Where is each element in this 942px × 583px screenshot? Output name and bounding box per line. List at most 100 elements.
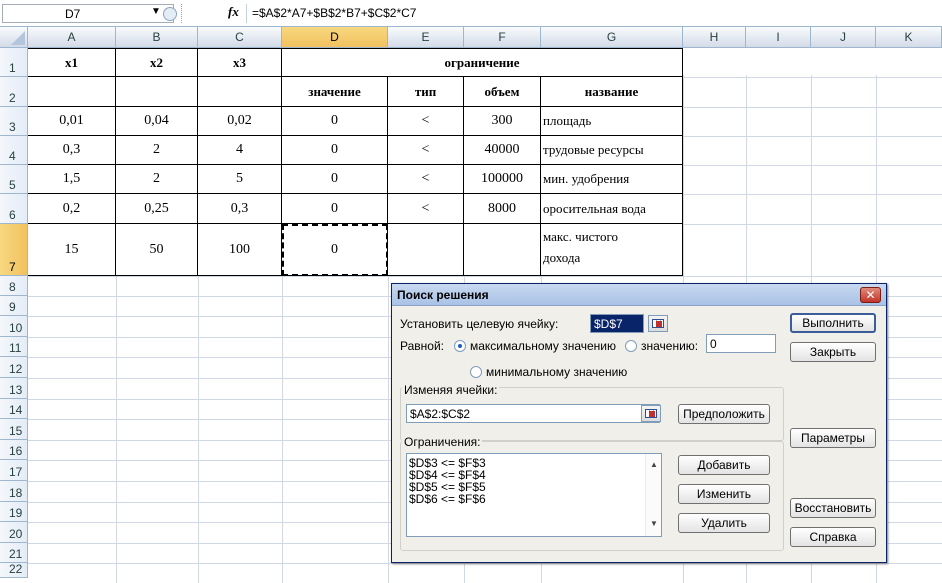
row-header-19[interactable]: 19 <box>0 502 28 522</box>
row-header-20[interactable]: 20 <box>0 522 28 543</box>
cell-c2[interactable] <box>198 77 282 107</box>
cell-d2[interactable]: значение <box>282 77 388 107</box>
row-header-10[interactable]: 10 <box>0 316 28 337</box>
cell-g5[interactable]: мин. удобрения <box>541 165 683 194</box>
delete-button[interactable]: Удалить <box>678 513 770 533</box>
cell-b6[interactable]: 0,25 <box>116 194 198 224</box>
cell-g2[interactable]: название <box>541 77 683 107</box>
range-select-icon[interactable] <box>641 405 661 422</box>
select-all-corner[interactable] <box>0 27 28 48</box>
cell-d1-merged[interactable]: ограничение <box>282 49 683 77</box>
row-header-18[interactable]: 18 <box>0 481 28 502</box>
radio-value-label[interactable]: значению: <box>641 339 698 353</box>
row-header-16[interactable]: 16 <box>0 440 28 460</box>
cell-e5[interactable]: < <box>388 165 464 194</box>
cell-a4[interactable]: 0,3 <box>28 136 116 165</box>
name-box[interactable]: D7 ▼ <box>2 4 177 23</box>
row-header-9[interactable]: 9 <box>0 296 28 316</box>
row-header-14[interactable]: 14 <box>0 399 28 419</box>
cell-e6[interactable]: < <box>388 194 464 224</box>
reset-button[interactable]: Восстановить <box>790 498 876 518</box>
radio-max-label[interactable]: максимальному значению <box>470 339 616 353</box>
cell-a1[interactable]: x1 <box>28 49 116 77</box>
cell-a7[interactable]: 15 <box>28 224 116 276</box>
column-header-k[interactable]: K <box>876 27 942 48</box>
name-box-expand-icon[interactable] <box>163 7 177 21</box>
constraints-scrollbar[interactable]: ▲ ▼ <box>645 454 661 536</box>
cell-a6[interactable]: 0,2 <box>28 194 116 224</box>
cell-d6[interactable]: 0 <box>282 194 388 224</box>
column-header-c[interactable]: C <box>198 27 282 48</box>
row-header-3[interactable]: 3 <box>0 107 28 136</box>
row-header-17[interactable]: 17 <box>0 460 28 481</box>
cell-f2[interactable]: объем <box>464 77 541 107</box>
row-header-12[interactable]: 12 <box>0 357 28 378</box>
cell-a5[interactable]: 1,5 <box>28 165 116 194</box>
cell-b2[interactable] <box>116 77 198 107</box>
list-item[interactable]: $D$6 <= $F$6 <box>409 493 486 505</box>
cell-a2[interactable] <box>28 77 116 107</box>
cell-b7[interactable]: 50 <box>116 224 198 276</box>
column-header-d[interactable]: D <box>282 27 388 48</box>
row-header-22[interactable]: 22 <box>0 562 28 578</box>
row-header-4[interactable]: 4 <box>0 136 28 165</box>
close-button[interactable]: Закрыть <box>790 342 876 362</box>
changing-cells-input[interactable]: $A$2:$C$2 <box>406 404 660 423</box>
guess-button[interactable]: Предположить <box>678 404 770 424</box>
target-cell-input[interactable]: $D$7 <box>590 314 644 333</box>
cell-f4[interactable]: 40000 <box>464 136 541 165</box>
radio-value[interactable] <box>625 340 637 352</box>
column-header-i[interactable]: I <box>746 27 811 48</box>
column-header-b[interactable]: B <box>116 27 198 48</box>
cell-b5[interactable]: 2 <box>116 165 198 194</box>
row-header-5[interactable]: 5 <box>0 165 28 194</box>
range-select-icon[interactable] <box>648 315 668 332</box>
cell-f5[interactable]: 100000 <box>464 165 541 194</box>
cell-b3[interactable]: 0,04 <box>116 107 198 136</box>
column-header-h[interactable]: H <box>683 27 746 48</box>
row-header-21[interactable]: 21 <box>0 543 28 563</box>
row-header-2[interactable]: 2 <box>0 77 28 107</box>
cell-f3[interactable]: 300 <box>464 107 541 136</box>
cell-g4[interactable]: трудовые ресурсы <box>541 136 683 165</box>
cell-e7[interactable] <box>388 224 464 276</box>
row-header-7[interactable]: 7 <box>0 224 28 276</box>
dialog-titlebar[interactable]: Поиск решения ✕ <box>392 284 886 306</box>
constraints-listbox[interactable]: $D$3 <= $F$3 $D$4 <= $F$4 $D$5 <= $F$5 $… <box>406 453 662 537</box>
row-header-15[interactable]: 15 <box>0 419 28 440</box>
column-header-j[interactable]: J <box>811 27 876 48</box>
cell-c4[interactable]: 4 <box>198 136 282 165</box>
cell-g6[interactable]: оросительная вода <box>541 194 683 224</box>
name-box-dropdown-icon[interactable]: ▼ <box>151 6 161 17</box>
column-header-g[interactable]: G <box>541 27 683 48</box>
cell-d5[interactable]: 0 <box>282 165 388 194</box>
row-header-8[interactable]: 8 <box>0 276 28 296</box>
fx-icon[interactable]: fx <box>228 4 239 20</box>
cell-e4[interactable]: < <box>388 136 464 165</box>
value-input[interactable]: 0 <box>706 334 776 353</box>
cell-a3[interactable]: 0,01 <box>28 107 116 136</box>
cell-c5[interactable]: 5 <box>198 165 282 194</box>
row-header-6[interactable]: 6 <box>0 194 28 224</box>
cell-f6[interactable]: 8000 <box>464 194 541 224</box>
cell-c7[interactable]: 100 <box>198 224 282 276</box>
cell-d3[interactable]: 0 <box>282 107 388 136</box>
cell-g7[interactable]: макс. чистого дохода <box>541 224 683 276</box>
cell-c1[interactable]: x3 <box>198 49 282 77</box>
scroll-down-icon[interactable]: ▼ <box>650 519 658 528</box>
row-header-11[interactable]: 11 <box>0 337 28 357</box>
column-header-f[interactable]: F <box>464 27 541 48</box>
change-button[interactable]: Изменить <box>678 484 770 504</box>
cell-b1[interactable]: x2 <box>116 49 198 77</box>
cell-c6[interactable]: 0,3 <box>198 194 282 224</box>
options-button[interactable]: Параметры <box>790 428 876 448</box>
radio-min[interactable] <box>470 366 482 378</box>
cell-g3[interactable]: площадь <box>541 107 683 136</box>
row-header-1[interactable]: 1 <box>0 48 28 77</box>
scroll-up-icon[interactable]: ▲ <box>650 460 658 469</box>
cell-c3[interactable]: 0,02 <box>198 107 282 136</box>
radio-min-label[interactable]: минимальному значению <box>486 365 627 379</box>
column-header-a[interactable]: A <box>28 27 116 48</box>
solve-button[interactable]: Выполнить <box>790 313 876 333</box>
cell-f7[interactable] <box>464 224 541 276</box>
